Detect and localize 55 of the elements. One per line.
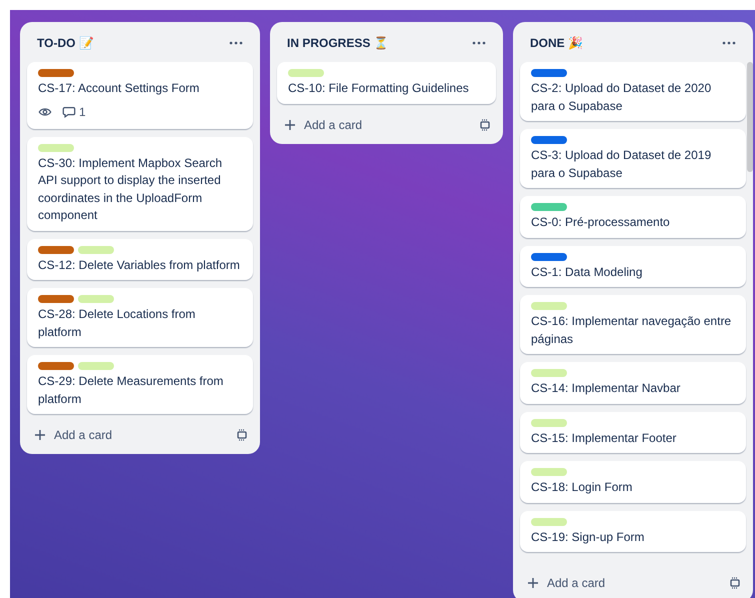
card-title: CS-1: Data Modeling bbox=[531, 264, 644, 280]
more-icon[interactable] bbox=[722, 41, 736, 45]
card-title: CS-19: Sign-up Form bbox=[531, 528, 646, 546]
label-tag[interactable] bbox=[531, 69, 567, 77]
add-card-button[interactable]: Add a card bbox=[525, 574, 608, 592]
more-icon[interactable] bbox=[229, 41, 243, 45]
comment-icon bbox=[62, 104, 76, 118]
scrollbar-thumb[interactable] bbox=[747, 62, 753, 172]
card[interactable]: CS-1: Data Modeling bbox=[520, 246, 746, 287]
add-card-button[interactable]: Add a card bbox=[32, 426, 114, 444]
card[interactable]: CS-12: Delete Variables from platform bbox=[27, 238, 253, 280]
card[interactable]: CS-0: Pré-processamento bbox=[520, 196, 746, 238]
card-title: CS-15: Implementar Footer bbox=[531, 430, 678, 446]
label-tag[interactable] bbox=[38, 295, 74, 303]
label-tag[interactable] bbox=[531, 252, 567, 260]
comment-count: 1 bbox=[79, 104, 86, 120]
card[interactable]: CS-15: Implementar Footer bbox=[520, 412, 746, 453]
label-tag[interactable] bbox=[531, 136, 567, 144]
card-title: CS-2: Upload do Dataset de 2020 para o Supabase bbox=[531, 80, 712, 114]
plus-icon bbox=[527, 577, 539, 589]
list-title: TO-DO 📝 bbox=[37, 35, 94, 52]
card[interactable]: CS-14: Implementar Navbar bbox=[520, 362, 746, 404]
card-title: CS-18: Login Form bbox=[531, 479, 634, 496]
label-tag[interactable] bbox=[38, 246, 74, 254]
list-title: IN PROGRESS ⏳ bbox=[287, 35, 389, 52]
card[interactable]: CS-18: Login Form bbox=[520, 461, 746, 502]
list-title: DONE 🎉 bbox=[530, 35, 584, 52]
plus-icon bbox=[284, 118, 296, 130]
card-title: CS-3: Upload do Dataset de 2019 para o Supabase bbox=[531, 147, 712, 182]
card[interactable]: CS-3: Upload do Dataset de 2019 para o Supabase bbox=[520, 129, 746, 188]
more-icon[interactable] bbox=[472, 41, 486, 45]
card[interactable]: CS-30: Implement Mapbox Search API support to display the inserted coordinates in the UploadForm component bbox=[27, 136, 253, 230]
card-title: CS-0: Pré-processamento bbox=[531, 214, 671, 231]
card[interactable]: CS-29: Delete Measurements from platform bbox=[27, 355, 253, 414]
card[interactable]: CS-19: Sign-up Form bbox=[520, 510, 746, 552]
add-card-button[interactable]: Add a card bbox=[282, 116, 364, 134]
card-title: CS-28: Delete Locations from platform bbox=[38, 306, 196, 340]
card[interactable]: CS-10: File Formatting Guidelines bbox=[277, 62, 496, 104]
card-title: CS-14: Implementar Navbar bbox=[531, 380, 682, 397]
card-title: CS-10: File Formatting Guidelines bbox=[288, 80, 470, 97]
card-title: CS-16: Implementar navegação entre páginas bbox=[531, 313, 732, 348]
template-icon[interactable] bbox=[236, 429, 248, 441]
label-tag[interactable] bbox=[38, 362, 74, 370]
card-title: CS-29: Delete Measurements from platform bbox=[38, 373, 224, 408]
card[interactable]: CS-16: Implementar navegação entre páginas bbox=[520, 295, 746, 354]
card-title: CS-12: Delete Variables from platform bbox=[38, 256, 241, 274]
card-title: CS-30: Implement Mapbox Search API support to display the inserted coordinates in the UploadForm component bbox=[38, 154, 224, 224]
plus-icon bbox=[34, 429, 46, 441]
label-tag[interactable] bbox=[38, 69, 74, 77]
card-title: CS-17: Account Settings Form bbox=[38, 80, 200, 97]
card[interactable]: CS-2: Upload do Dataset de 2020 para o Supabase bbox=[520, 62, 746, 121]
template-icon[interactable] bbox=[479, 118, 491, 130]
template-icon[interactable] bbox=[729, 577, 741, 589]
card[interactable]: CS-28: Delete Locations from platform bbox=[27, 288, 253, 347]
card[interactable]: CS-17: Account Settings Form 1 bbox=[27, 62, 253, 128]
